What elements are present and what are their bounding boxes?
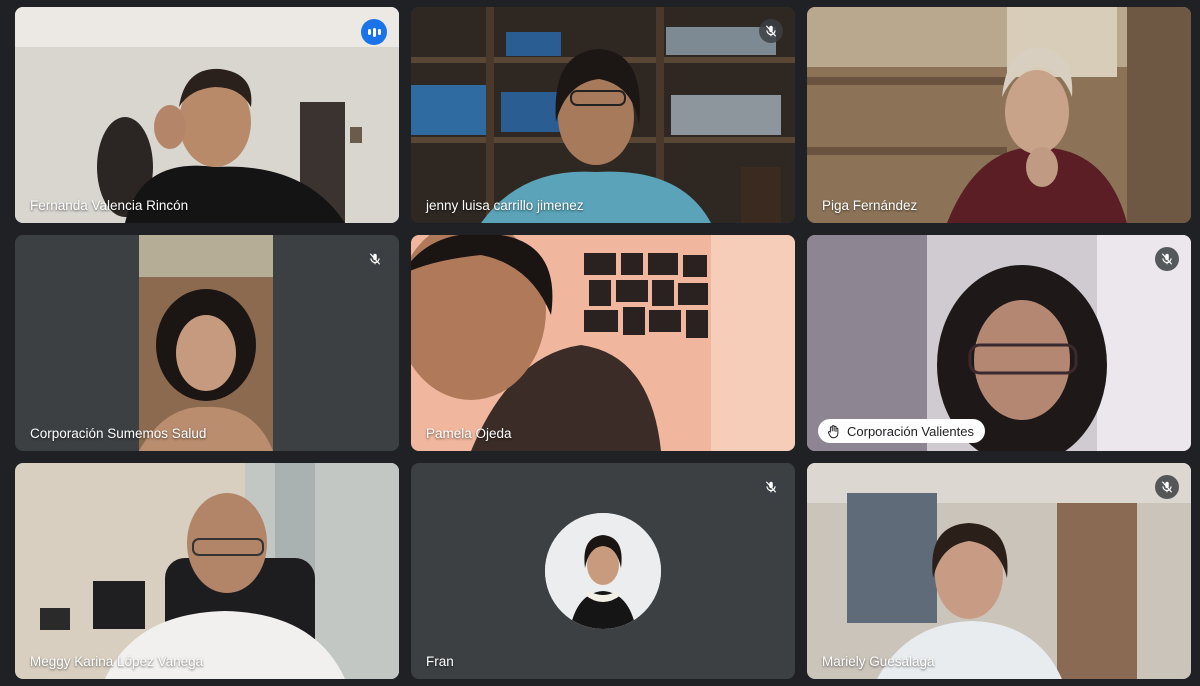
participant-tile[interactable]: jenny luisa carrillo jimenez: [411, 7, 795, 223]
participant-name: Corporación Sumemos Salud: [30, 426, 207, 441]
participant-name: Mariely Guesalaga: [822, 654, 935, 669]
participant-tile[interactable]: Mariely Guesalaga: [807, 463, 1191, 679]
audio-level-icon: [361, 19, 387, 45]
participant-tile[interactable]: Corporación Sumemos Salud: [15, 235, 399, 451]
avatar: [545, 513, 661, 629]
video-feed: [411, 235, 795, 451]
mic-off-icon: [1155, 247, 1179, 271]
mic-off-icon: [759, 19, 783, 43]
participant-name: Corporación Valientes: [847, 423, 974, 439]
participant-name: Pamela Ojeda: [426, 426, 512, 441]
video-feed: [807, 7, 1191, 223]
participant-name: Piga Fernández: [822, 198, 918, 213]
video-feed: [15, 463, 399, 679]
mic-off-icon: [1155, 475, 1179, 499]
participant-name: Fernanda Valencia Rincón: [30, 198, 189, 213]
mic-off-icon: [759, 475, 783, 499]
participant-tile[interactable]: Fran: [411, 463, 795, 679]
participant-tile[interactable]: Pamela Ojeda: [411, 235, 795, 451]
participant-tile[interactable]: Meggy Karina López Vanega: [15, 463, 399, 679]
participant-name: jenny luisa carrillo jimenez: [426, 198, 584, 213]
participant-tile[interactable]: Piga Fernández: [807, 7, 1191, 223]
video-feed: [411, 7, 795, 223]
participant-tile[interactable]: Fernanda Valencia Rincón: [15, 7, 399, 223]
participant-tile[interactable]: Corporación Valientes: [807, 235, 1191, 451]
mic-off-icon: [363, 247, 387, 271]
video-feed: [15, 235, 399, 451]
raised-hand-icon: [827, 424, 839, 438]
raised-hand-badge: Corporación Valientes: [818, 419, 985, 443]
participant-name: Fran: [426, 654, 454, 669]
participant-name: Meggy Karina López Vanega: [30, 654, 204, 669]
video-feed: [807, 463, 1191, 679]
video-feed: [15, 7, 399, 223]
